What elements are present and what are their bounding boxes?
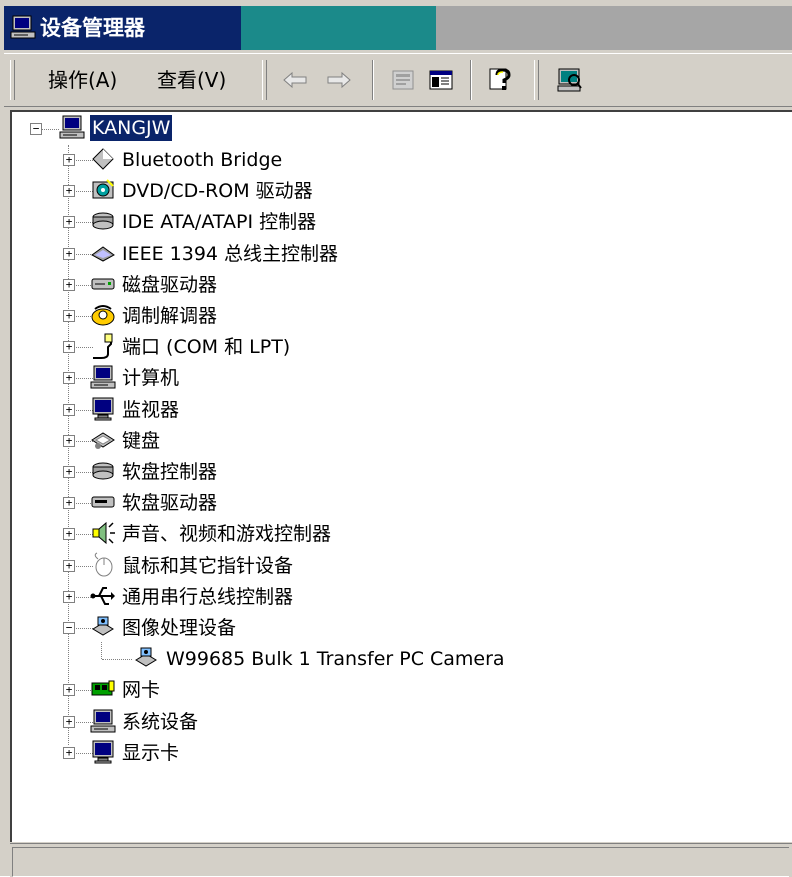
title-bar-inactive bbox=[436, 6, 792, 50]
title-bar[interactable]: 设备管理器 bbox=[4, 6, 792, 50]
forward-button[interactable] bbox=[322, 62, 356, 98]
tree-node-label[interactable]: 声音、视频和游戏控制器 bbox=[122, 521, 331, 547]
expand-toggle[interactable]: + bbox=[63, 746, 75, 759]
tree-node-label[interactable]: 鼠标和其它指针设备 bbox=[122, 553, 293, 579]
toolbar-grip[interactable] bbox=[10, 60, 15, 100]
back-button[interactable] bbox=[278, 62, 312, 98]
tree-line bbox=[102, 659, 132, 661]
tree-node-label[interactable]: 显示卡 bbox=[122, 740, 179, 766]
expand-toggle[interactable]: + bbox=[63, 247, 75, 260]
expand-toggle[interactable]: + bbox=[63, 466, 75, 478]
expand-toggle[interactable]: + bbox=[63, 403, 75, 416]
floppy-drive-icon bbox=[91, 496, 115, 508]
scan-hardware-button[interactable] bbox=[552, 62, 586, 98]
tree-node-label[interactable]: DVD/CD-ROM 驱动器 bbox=[122, 178, 313, 204]
modem-icon bbox=[91, 305, 115, 326]
back-arrow-icon bbox=[283, 71, 307, 89]
title-bar-active: 设备管理器 bbox=[4, 6, 241, 50]
expand-toggle[interactable]: + bbox=[63, 310, 75, 322]
status-panel bbox=[12, 847, 789, 877]
monitor-icon bbox=[92, 397, 114, 421]
expand-toggle[interactable]: + bbox=[63, 528, 75, 541]
tree-node-label[interactable]: Bluetooth Bridge bbox=[122, 147, 282, 173]
expand-toggle[interactable]: + bbox=[63, 497, 75, 510]
console-tree-icon bbox=[429, 70, 453, 90]
tree-node-label[interactable]: IEEE 1394 总线主控制器 bbox=[122, 241, 338, 267]
expand-toggle[interactable]: + bbox=[63, 216, 75, 229]
tree-node-label[interactable]: 系统设备 bbox=[122, 709, 198, 735]
keyboard-icon bbox=[91, 432, 115, 449]
properties-icon bbox=[392, 70, 414, 90]
expand-toggle[interactable]: + bbox=[63, 559, 75, 572]
port-icon bbox=[93, 333, 113, 360]
tree-line bbox=[101, 642, 102, 660]
tree-node-label[interactable]: W99685 Bulk 1 Transfer PC Camera bbox=[166, 646, 505, 672]
bluetooth-diamond-icon bbox=[92, 148, 114, 170]
cdrom-icon bbox=[92, 179, 114, 199]
expand-toggle[interactable]: + bbox=[63, 715, 75, 728]
toolbar-grip-3 bbox=[534, 60, 539, 100]
device-tree[interactable]: − KANGJW + Bluetooth Bridge + DVD/CD-ROM 驱动… bbox=[10, 110, 792, 842]
expand-toggle[interactable]: + bbox=[63, 590, 75, 603]
expand-toggle[interactable]: + bbox=[63, 684, 75, 697]
toolbar-separator bbox=[372, 60, 374, 100]
status-bar bbox=[10, 843, 792, 877]
speaker-icon bbox=[92, 522, 115, 545]
tree-line bbox=[41, 129, 59, 130]
properties-button[interactable] bbox=[386, 62, 420, 98]
root-collapse-toggle[interactable]: − bbox=[30, 123, 42, 135]
toolbar: 操作(A) 查看(V) bbox=[4, 53, 792, 107]
toolbar-separator-2 bbox=[470, 60, 472, 100]
system-device-icon bbox=[90, 709, 116, 733]
tree-node-label[interactable]: 通用串行总线控制器 bbox=[122, 584, 293, 610]
mouse-icon bbox=[94, 552, 113, 577]
imaging-device-icon bbox=[92, 616, 114, 636]
toolbar-grip-2 bbox=[262, 60, 267, 100]
ide-controller-icon bbox=[92, 212, 114, 230]
expand-toggle[interactable]: + bbox=[63, 278, 75, 291]
tree-node-label[interactable]: 端口 (COM 和 LPT) bbox=[122, 334, 290, 360]
floppy-controller-icon bbox=[92, 462, 114, 480]
usb-icon bbox=[90, 586, 115, 605]
help-icon bbox=[489, 68, 511, 90]
expand-toggle[interactable]: + bbox=[63, 341, 75, 354]
menu-view[interactable]: 查看(V) bbox=[153, 66, 230, 94]
device-manager-icon bbox=[10, 15, 36, 39]
tree-node-label[interactable]: 图像处理设备 bbox=[122, 615, 236, 641]
tree-node-label[interactable]: 监视器 bbox=[122, 397, 179, 423]
show-hide-tree-button[interactable] bbox=[424, 62, 458, 98]
display-adapter-icon bbox=[92, 740, 114, 764]
menu-action[interactable]: 操作(A) bbox=[44, 66, 121, 94]
device-manager-window: 设备管理器 操作(A) 查看(V) − KANGJW + Bluetooth B… bbox=[0, 0, 792, 877]
tree-node-label[interactable]: 网卡 bbox=[122, 677, 160, 703]
disk-drive-icon bbox=[91, 278, 115, 290]
computer-icon bbox=[59, 115, 85, 139]
tree-node-label[interactable]: 软盘驱动器 bbox=[122, 490, 217, 516]
tree-node-label[interactable]: 磁盘驱动器 bbox=[122, 272, 217, 298]
expand-toggle[interactable]: + bbox=[63, 434, 75, 447]
tree-node-label[interactable]: 键盘 bbox=[122, 428, 160, 454]
forward-arrow-icon bbox=[327, 71, 351, 89]
title-bar-gradient bbox=[241, 6, 436, 50]
collapse-toggle[interactable]: − bbox=[63, 622, 75, 634]
computer-icon bbox=[90, 365, 116, 389]
expand-toggle[interactable]: + bbox=[63, 372, 75, 385]
scan-hardware-icon bbox=[557, 68, 582, 92]
tree-node-label[interactable]: 软盘控制器 bbox=[122, 459, 217, 485]
tree-node-label[interactable]: 调制解调器 bbox=[122, 303, 217, 329]
ieee1394-icon bbox=[91, 245, 115, 262]
root-node-label[interactable]: KANGJW bbox=[90, 115, 173, 141]
tree-node-label[interactable]: IDE ATA/ATAPI 控制器 bbox=[122, 209, 316, 235]
network-card-icon bbox=[91, 680, 115, 696]
help-button[interactable] bbox=[484, 62, 518, 98]
expand-toggle[interactable]: + bbox=[63, 154, 75, 166]
window-title: 设备管理器 bbox=[40, 16, 145, 40]
camera-icon bbox=[135, 647, 157, 667]
expand-toggle[interactable]: + bbox=[63, 185, 75, 198]
tree-node-label[interactable]: 计算机 bbox=[122, 365, 179, 391]
